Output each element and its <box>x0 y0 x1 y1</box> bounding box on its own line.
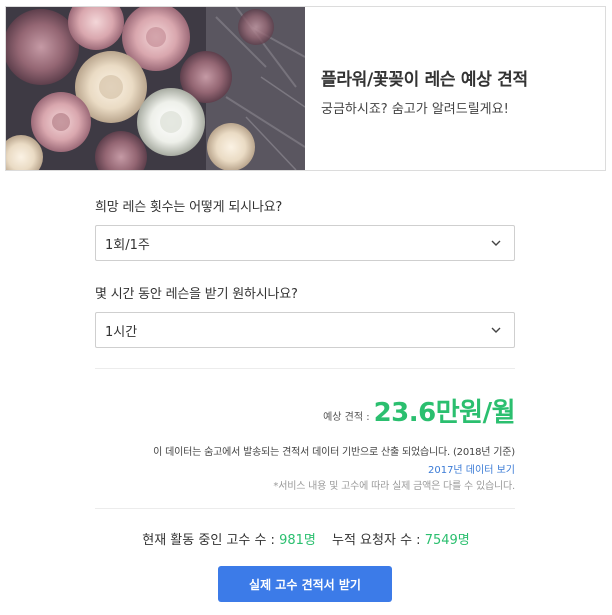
hero-subtitle: 궁금하시죠? 숨고가 알려드릴게요! <box>321 102 509 117</box>
lesson-duration-select[interactable]: 1시간 <box>95 312 515 348</box>
active-pros-count: 981명 <box>279 533 316 548</box>
stats-line: 현재 활동 중인 고수 수 : 981명 누적 요청자 수 : 7549명 <box>0 529 612 548</box>
lesson-frequency-label: 희망 레슨 횟수는 어떻게 되시나요? <box>95 200 283 215</box>
get-quote-button[interactable]: 실제 고수 견적서 받기 <box>218 566 392 602</box>
previous-data-link[interactable]: 2017년 데이터 보기 <box>428 461 515 476</box>
estimate-value: 23.6만원/월 <box>373 398 516 428</box>
divider <box>95 368 515 369</box>
data-basis-note: 이 데이터는 숨고에서 발송되는 견적서 데이터 기반으로 산출 되었습니다. … <box>153 447 515 458</box>
estimate-label: 예상 견적 : <box>323 412 370 423</box>
lesson-duration-label: 몇 시간 동안 레슨을 받기 원하시나요? <box>95 287 298 302</box>
total-requesters-label: 누적 요청자 수 : <box>332 533 421 548</box>
lesson-duration-value: 1시간 <box>105 324 138 340</box>
total-requesters-count: 7549명 <box>424 533 470 548</box>
divider <box>95 508 515 509</box>
hero-banner: 플라워/꽃꽂이 레슨 예상 견적 궁금하시죠? 숨고가 알려드릴게요! <box>5 6 606 171</box>
estimate-result: 예상 견적 : 23.6만원/월 <box>323 392 515 429</box>
chevron-down-icon <box>490 324 502 336</box>
lesson-frequency-value: 1회/1주 <box>105 237 150 253</box>
lesson-frequency-select[interactable]: 1회/1주 <box>95 225 515 261</box>
active-pros-label: 현재 활동 중인 고수 수 : <box>142 533 275 548</box>
flower-bouquet-image <box>6 7 305 170</box>
page-title: 플라워/꽃꽂이 레슨 예상 견적 <box>321 70 528 90</box>
chevron-down-icon <box>490 237 502 249</box>
price-disclaimer: *서비스 내용 및 고수에 따라 실제 금액은 다를 수 있습니다. <box>273 481 515 492</box>
estimate-form: 희망 레슨 횟수는 어떻게 되시나요? 1회/1주 몇 시간 동안 레슨을 받기… <box>95 196 515 348</box>
hero-text: 플라워/꽃꽂이 레슨 예상 견적 궁금하시죠? 숨고가 알려드릴게요! <box>305 7 605 170</box>
